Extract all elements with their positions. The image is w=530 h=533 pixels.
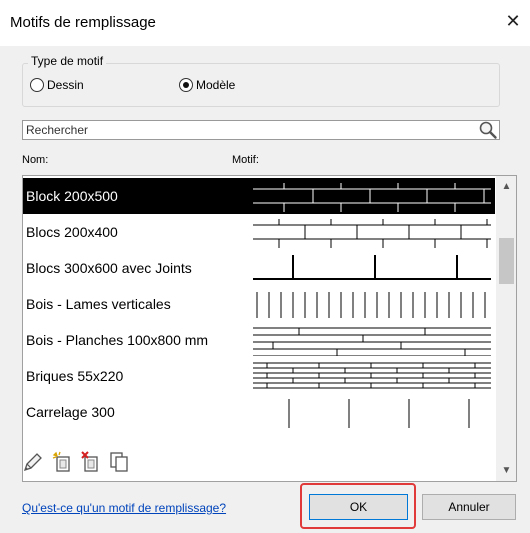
- close-button[interactable]: ✕: [502, 10, 524, 32]
- list-item[interactable]: Blocs 200x400: [23, 214, 495, 250]
- scroll-thumb[interactable]: [499, 238, 514, 284]
- list-item-name: Briques 55x220: [26, 368, 124, 384]
- pencil-edit-icon[interactable]: [22, 451, 44, 473]
- list-item[interactable]: Bois - Lames verticales: [23, 286, 495, 322]
- pattern-type-group: [22, 63, 500, 107]
- pattern-type-legend: Type de motif: [28, 54, 107, 68]
- list-item[interactable]: Briques 55x220: [23, 358, 495, 394]
- list-item[interactable]: Bois - Planches 100x800 mm: [23, 322, 495, 358]
- column-header-pattern: Motif:: [232, 154, 259, 166]
- pattern-preview-carrelage-300: [288, 399, 470, 428]
- scroll-down-icon[interactable]: ▼: [496, 462, 516, 479]
- pattern-preview-blocs-300x600-joints: [253, 255, 491, 280]
- pattern-preview-block-200x500: [253, 183, 491, 212]
- search-box: [22, 120, 500, 140]
- radio-modele[interactable]: Modèle: [179, 78, 235, 92]
- list-item-name: Blocs 200x400: [26, 224, 118, 240]
- new-pattern-icon[interactable]: [52, 451, 74, 473]
- fill-patterns-dialog: Motifs de remplissage ✕ Type de motif De…: [0, 0, 530, 533]
- list-item[interactable]: Blocs 300x600 avec Joints: [23, 250, 495, 286]
- column-header-name: Nom:: [22, 154, 49, 166]
- radio-dessin-label: Dessin: [47, 78, 84, 92]
- list-item-name: Carrelage 300: [26, 404, 115, 420]
- radio-modele-circle[interactable]: [179, 78, 193, 92]
- list-item[interactable]: Carrelage 300: [23, 394, 495, 430]
- scroll-up-icon[interactable]: ▲: [496, 178, 516, 195]
- dialog-body: Type de motif Dessin Modèle Nom: Motif: …: [0, 46, 530, 533]
- search-input[interactable]: [23, 121, 463, 139]
- dialog-title: Motifs de remplissage: [10, 14, 156, 31]
- list-item-name: Block 200x500: [26, 188, 118, 204]
- list-item[interactable]: Block 200x500: [23, 178, 495, 214]
- pattern-preview-bois-lames-verticales: [256, 292, 486, 318]
- cancel-button[interactable]: Annuler: [422, 494, 516, 520]
- radio-dessin[interactable]: Dessin: [30, 78, 84, 92]
- list-item-name: Blocs 300x600 avec Joints: [26, 260, 192, 276]
- title-bar: Motifs de remplissage ✕: [0, 0, 530, 46]
- radio-modele-label: Modèle: [196, 78, 236, 92]
- ok-button[interactable]: OK: [309, 494, 408, 520]
- duplicate-pattern-icon[interactable]: [108, 451, 130, 473]
- pattern-list: Block 200x500 Blocs 200x400 Blocs 300x60…: [22, 175, 517, 482]
- delete-pattern-icon[interactable]: [80, 451, 102, 473]
- help-link[interactable]: Qu'est-ce qu'un motif de remplissage?: [22, 501, 226, 515]
- search-icon[interactable]: [478, 120, 498, 140]
- pattern-preview-blocs-200x400: [253, 219, 491, 248]
- radio-dessin-circle[interactable]: [30, 78, 44, 92]
- list-scrollbar[interactable]: ▲ ▼: [496, 176, 516, 481]
- list-item-name: Bois - Lames verticales: [26, 296, 171, 312]
- pattern-preview-briques-55x220: [253, 362, 491, 389]
- list-item-name: Bois - Planches 100x800 mm: [26, 332, 209, 348]
- pattern-preview-bois-planches: [253, 327, 491, 356]
